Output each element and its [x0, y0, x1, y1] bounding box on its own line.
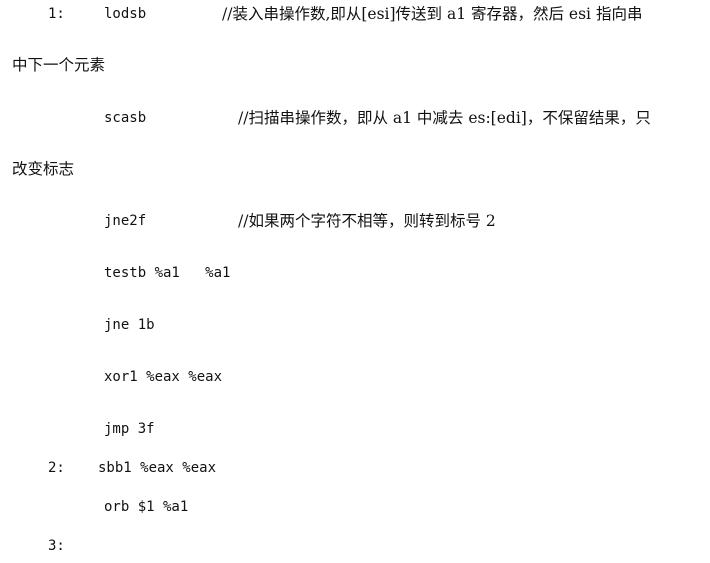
comment-scasb: //扫描串操作数，即从 a1 中减去 es:[edi]，不保留结果，只 — [238, 109, 651, 127]
code-document: 1: lodsb //装入串操作数,即从[esi]传送到 a1 寄存器，然后 e… — [0, 0, 710, 563]
code-xor1: xor1 %eax %eax — [104, 369, 223, 385]
code-scasb: scasb — [104, 110, 147, 126]
code-jne2f: jne2f — [104, 213, 147, 229]
label-1: 1: — [48, 6, 65, 22]
code-testb: testb %a1 %a1 — [104, 265, 231, 281]
code-orb: orb $1 %a1 — [104, 499, 189, 515]
comment-jne2f: //如果两个字符不相等，则转到标号 2 — [238, 212, 496, 230]
code-sbb1: sbb1 %eax %eax — [98, 460, 217, 476]
comment-continuation-2: 改变标志 — [12, 160, 75, 178]
label-2: 2: — [48, 460, 65, 476]
code-jne-1b: jne 1b — [104, 317, 155, 333]
label-3: 3: — [48, 538, 65, 554]
code-jmp-3f: jmp 3f — [104, 421, 155, 437]
comment-lodsb: //装入串操作数,即从[esi]传送到 a1 寄存器，然后 esi 指向串 — [222, 5, 643, 23]
comment-continuation-1: 中下一个元素 — [12, 56, 106, 74]
code-lodsb: lodsb — [104, 6, 147, 22]
